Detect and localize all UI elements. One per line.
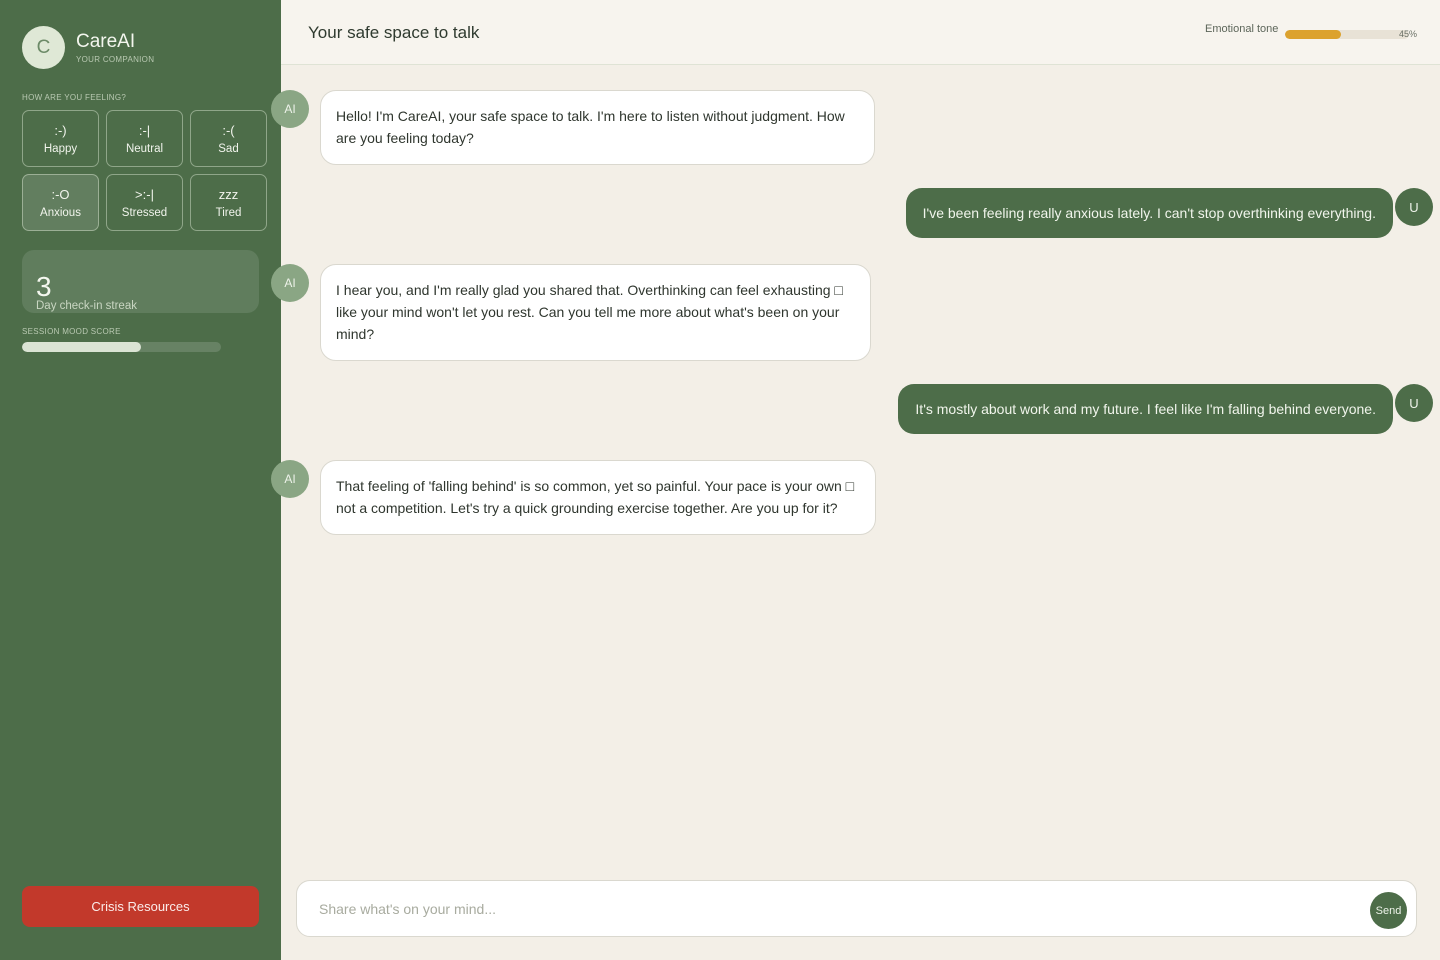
streak-card: 3 Day check-in streak bbox=[22, 250, 259, 313]
page-title: Your safe space to talk bbox=[308, 23, 480, 42]
brand-subtitle: YOUR COMPANION bbox=[76, 55, 155, 64]
emotional-tone-bar bbox=[1285, 30, 1409, 39]
mood-anxious-button[interactable]: :-O Anxious bbox=[22, 174, 99, 231]
stressed-face-icon: >:-| bbox=[135, 186, 154, 202]
mood-label: Neutral bbox=[125, 142, 164, 155]
crisis-resources-button[interactable]: Crisis Resources bbox=[22, 886, 259, 927]
mood-stressed-button[interactable]: >:-| Stressed bbox=[106, 174, 183, 231]
mood-sad-button[interactable]: :-( Sad bbox=[190, 110, 267, 167]
sad-face-icon: :-( bbox=[222, 122, 235, 138]
emotional-tone-fill bbox=[1285, 30, 1341, 39]
ai-message-bubble: Hello! I'm CareAI, your safe space to ta… bbox=[320, 90, 875, 165]
tired-face-icon: zzz bbox=[218, 186, 239, 202]
neutral-face-icon: :-| bbox=[138, 122, 151, 138]
ai-avatar: AI bbox=[271, 264, 309, 302]
mood-selector: :-) Happy :-| Neutral :-( Sad :-O Anxiou… bbox=[22, 110, 268, 231]
user-message-bubble: It's mostly about work and my future. I … bbox=[898, 384, 1393, 434]
streak-count: 3 bbox=[36, 271, 52, 302]
user-avatar: U bbox=[1395, 188, 1433, 226]
mood-label: Anxious bbox=[40, 206, 81, 219]
ai-message-bubble: That feeling of 'falling behind' is so c… bbox=[320, 460, 876, 535]
mood-label: Stressed bbox=[121, 206, 168, 219]
mood-prompt-label: HOW ARE YOU FEELING? bbox=[22, 93, 127, 102]
anxious-face-icon: :-O bbox=[51, 186, 70, 202]
send-button[interactable]: Send bbox=[1370, 892, 1407, 929]
brand-text: CareAI YOUR COMPANION bbox=[76, 31, 154, 64]
message-input[interactable] bbox=[319, 895, 1349, 923]
chat-thread: AI Hello! I'm CareAI, your safe space to… bbox=[271, 66, 1440, 866]
user-message-bubble: I've been feeling really anxious lately.… bbox=[905, 188, 1393, 238]
brand-logo: C bbox=[22, 26, 65, 69]
brand: C CareAI YOUR COMPANION bbox=[22, 26, 154, 69]
streak-label: Day check-in streak bbox=[36, 300, 137, 312]
message-composer: Send bbox=[296, 880, 1417, 937]
happy-face-icon: :-) bbox=[54, 122, 67, 138]
mood-tired-button[interactable]: zzz Tired bbox=[190, 174, 267, 231]
mood-happy-button[interactable]: :-) Happy bbox=[22, 110, 99, 167]
emotional-tone-label: Emotional tone bbox=[1205, 23, 1279, 35]
session-mood-label: SESSION MOOD SCORE bbox=[22, 327, 121, 336]
mood-neutral-button[interactable]: :-| Neutral bbox=[106, 110, 183, 167]
session-mood-fill bbox=[22, 342, 142, 352]
ai-avatar: AI bbox=[271, 460, 309, 498]
mood-label: Happy bbox=[43, 142, 78, 155]
chat-header: Your safe space to talk Emotional tone 4… bbox=[281, 0, 1440, 65]
sidebar: C CareAI YOUR COMPANION HOW ARE YOU FEEL… bbox=[0, 0, 281, 960]
brand-name: CareAI bbox=[76, 31, 136, 52]
mood-label: Sad bbox=[218, 142, 239, 155]
ai-message-bubble: I hear you, and I'm really glad you shar… bbox=[320, 264, 871, 361]
mood-label: Tired bbox=[215, 206, 242, 219]
session-mood-bar bbox=[22, 342, 221, 352]
user-avatar: U bbox=[1395, 384, 1433, 422]
ai-avatar: AI bbox=[271, 90, 309, 128]
emotional-tone-percent: 45% bbox=[1399, 29, 1418, 39]
